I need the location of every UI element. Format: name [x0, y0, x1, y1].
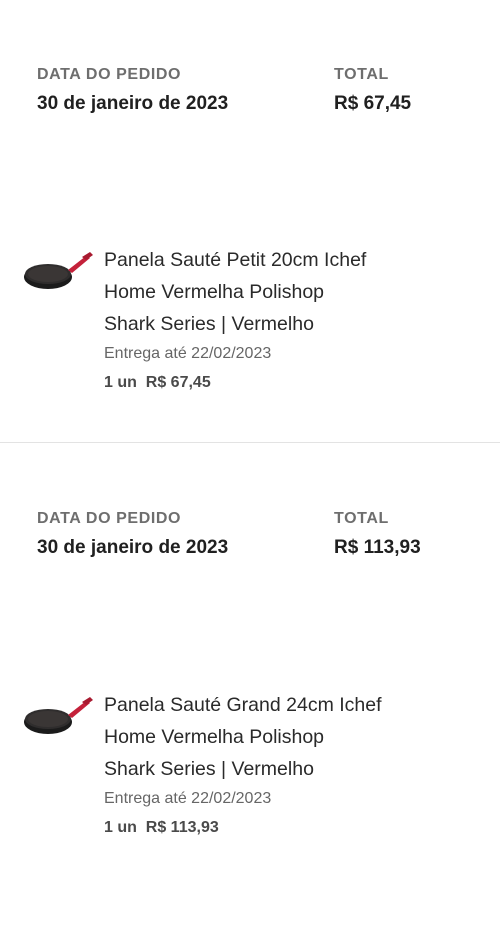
order-total-label: TOTAL: [334, 66, 389, 83]
quantity: 1 un: [104, 819, 137, 836]
quantity-price: 1 un R$ 113,93: [104, 819, 219, 837]
order-card: DATA DO PEDIDO 30 de janeiro de 2023 TOT…: [0, 443, 500, 952]
product-title[interactable]: Panela Sauté Grand 24cm Ichef Home Verme…: [104, 689, 424, 785]
delivery-date: Entrega até 22/02/2023: [104, 790, 272, 807]
frying-pan-icon[interactable]: [22, 693, 94, 739]
product-title-line[interactable]: Home Vermelha Polishop: [104, 721, 424, 753]
quantity-price: 1 un R$ 67,45: [104, 374, 211, 392]
quantity: 1 un: [104, 374, 137, 391]
item-price: R$ 113,93: [145, 819, 219, 836]
order-item[interactable]: Panela Sauté Grand 24cm Ichef Home Verme…: [0, 689, 500, 839]
order-total-label: TOTAL: [334, 510, 389, 527]
product-title-line[interactable]: Shark Series | Vermelho: [104, 753, 424, 785]
frying-pan-icon[interactable]: [22, 248, 94, 294]
order-date-label: DATA DO PEDIDO: [37, 510, 182, 527]
delivery-date: Entrega até 22/02/2023: [104, 345, 272, 362]
order-item[interactable]: Panela Sauté Petit 20cm Ichef Home Verme…: [0, 244, 500, 394]
order-date-value: 30 de janeiro de 2023: [37, 93, 229, 114]
order-card: DATA DO PEDIDO 30 de janeiro de 2023 TOT…: [0, 0, 500, 443]
order-date-label: DATA DO PEDIDO: [37, 66, 182, 83]
order-total-value: R$ 113,93: [334, 537, 421, 558]
item-price: R$ 67,45: [145, 374, 211, 391]
order-date-value: 30 de janeiro de 2023: [37, 537, 229, 558]
order-total-value: R$ 67,45: [334, 93, 412, 114]
product-title[interactable]: Panela Sauté Petit 20cm Ichef Home Verme…: [104, 244, 424, 340]
product-title-line[interactable]: Panela Sauté Petit 20cm Ichef: [104, 244, 424, 276]
product-title-line[interactable]: Panela Sauté Grand 24cm Ichef: [104, 689, 424, 721]
product-title-line[interactable]: Home Vermelha Polishop: [104, 276, 424, 308]
product-title-line[interactable]: Shark Series | Vermelho: [104, 308, 424, 340]
